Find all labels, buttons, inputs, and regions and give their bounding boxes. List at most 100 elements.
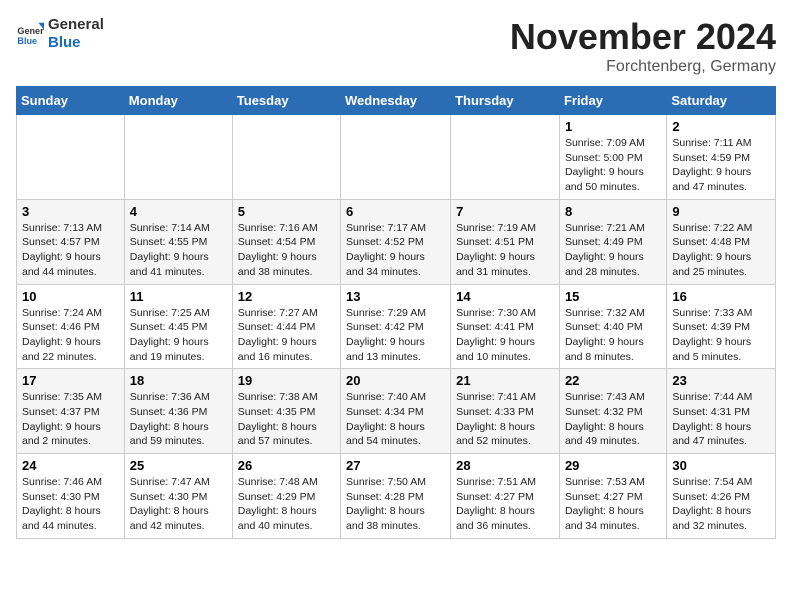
header-wednesday: Wednesday — [341, 87, 451, 115]
header-thursday: Thursday — [451, 87, 560, 115]
day-info: Sunrise: 7:44 AM Sunset: 4:31 PM Dayligh… — [672, 390, 770, 449]
day-info: Sunrise: 7:22 AM Sunset: 4:48 PM Dayligh… — [672, 221, 770, 280]
day-info: Sunrise: 7:51 AM Sunset: 4:27 PM Dayligh… — [456, 475, 554, 534]
day-info: Sunrise: 7:13 AM Sunset: 4:57 PM Dayligh… — [22, 221, 119, 280]
table-cell: 27Sunrise: 7:50 AM Sunset: 4:28 PM Dayli… — [341, 454, 451, 539]
table-cell: 8Sunrise: 7:21 AM Sunset: 4:49 PM Daylig… — [559, 199, 666, 284]
header-tuesday: Tuesday — [232, 87, 340, 115]
day-info: Sunrise: 7:41 AM Sunset: 4:33 PM Dayligh… — [456, 390, 554, 449]
day-info: Sunrise: 7:14 AM Sunset: 4:55 PM Dayligh… — [130, 221, 227, 280]
table-cell: 12 Sunrise: 7:27 AM Sunset: 4:44 PM Dayli… — [232, 284, 340, 369]
day-info: Sunrise: 7:27 AM Sunset: 4:44 PM Dayligh… — [238, 306, 335, 365]
table-cell: 29Sunrise: 7:53 AM Sunset: 4:27 PM Dayli… — [559, 454, 666, 539]
month-title: November 2024 — [510, 16, 776, 58]
table-cell: 1 Sunrise: 7:09 AM Sunset: 5:00 PM Daylig… — [559, 115, 666, 200]
day-info: Sunrise: 7:40 AM Sunset: 4:34 PM Dayligh… — [346, 390, 445, 449]
day-info: Sunrise: 7:32 AM Sunset: 4:40 PM Dayligh… — [565, 306, 661, 365]
day-info: Sunrise: 7:24 AM Sunset: 4:46 PM Dayligh… — [22, 306, 119, 365]
header-friday: Friday — [559, 87, 666, 115]
table-cell — [232, 115, 340, 200]
day-info: Sunrise: 7:25 AM Sunset: 4:45 PM Dayligh… — [130, 306, 227, 365]
header-sunday: Sunday — [17, 87, 125, 115]
table-cell: 3 Sunrise: 7:13 AM Sunset: 4:57 PM Daylig… — [17, 199, 125, 284]
day-number: 30 — [672, 458, 770, 473]
day-number: 16 — [672, 289, 770, 304]
day-info: Sunrise: 7:16 AM Sunset: 4:54 PM Dayligh… — [238, 221, 335, 280]
day-number: 26 — [238, 458, 335, 473]
table-cell — [124, 115, 232, 200]
day-info: Sunrise: 7:48 AM Sunset: 4:29 PM Dayligh… — [238, 475, 335, 534]
day-number: 13 — [346, 289, 445, 304]
logo: General Blue General Blue — [16, 16, 104, 52]
day-info: Sunrise: 7:50 AM Sunset: 4:28 PM Dayligh… — [346, 475, 445, 534]
day-number: 3 — [22, 204, 119, 219]
table-cell: 10 Sunrise: 7:24 AM Sunset: 4:46 PM Dayli… — [17, 284, 125, 369]
day-number: 12 — [238, 289, 335, 304]
table-cell: 6 Sunrise: 7:17 AM Sunset: 4:52 PM Daylig… — [341, 199, 451, 284]
day-number: 9 — [672, 204, 770, 219]
table-cell: 14 Sunrise: 7:30 AM Sunset: 4:41 PM Dayli… — [451, 284, 560, 369]
header-saturday: Saturday — [667, 87, 776, 115]
calendar-table: SundayMondayTuesdayWednesdayThursdayFrid… — [16, 86, 776, 539]
day-number: 2 — [672, 119, 770, 134]
day-number: 19 — [238, 373, 335, 388]
logo-line1: General — [48, 16, 104, 34]
day-number: 28 — [456, 458, 554, 473]
day-info: Sunrise: 7:54 AM Sunset: 4:26 PM Dayligh… — [672, 475, 770, 534]
day-info: Sunrise: 7:30 AM Sunset: 4:41 PM Dayligh… — [456, 306, 554, 365]
day-info: Sunrise: 7:29 AM Sunset: 4:42 PM Dayligh… — [346, 306, 445, 365]
day-number: 14 — [456, 289, 554, 304]
table-cell — [451, 115, 560, 200]
table-cell: 28 Sunrise: 7:51 AM Sunset: 4:27 PM Dayli… — [451, 454, 560, 539]
day-number: 1 — [565, 119, 661, 134]
table-cell: 21Sunrise: 7:41 AM Sunset: 4:33 PM Dayli… — [451, 369, 560, 454]
day-number: 11 — [130, 289, 227, 304]
logo-icon: General Blue — [16, 20, 44, 48]
day-info: Sunrise: 7:43 AM Sunset: 4:32 PM Dayligh… — [565, 390, 661, 449]
day-info: Sunrise: 7:46 AM Sunset: 4:30 PM Dayligh… — [22, 475, 119, 534]
table-cell: 30 Sunrise: 7:54 AM Sunset: 4:26 PM Dayli… — [667, 454, 776, 539]
week-row-3: 10 Sunrise: 7:24 AM Sunset: 4:46 PM Dayli… — [17, 284, 776, 369]
table-cell — [17, 115, 125, 200]
day-number: 8 — [565, 204, 661, 219]
day-number: 7 — [456, 204, 554, 219]
header-monday: Monday — [124, 87, 232, 115]
week-row-2: 3 Sunrise: 7:13 AM Sunset: 4:57 PM Daylig… — [17, 199, 776, 284]
table-cell: 5Sunrise: 7:16 AM Sunset: 4:54 PM Daylig… — [232, 199, 340, 284]
table-cell: 15 Sunrise: 7:32 AM Sunset: 4:40 PM Dayli… — [559, 284, 666, 369]
table-cell: 24Sunrise: 7:46 AM Sunset: 4:30 PM Dayli… — [17, 454, 125, 539]
table-cell — [341, 115, 451, 200]
table-cell: 22Sunrise: 7:43 AM Sunset: 4:32 PM Dayli… — [559, 369, 666, 454]
table-cell: 7Sunrise: 7:19 AM Sunset: 4:51 PM Daylig… — [451, 199, 560, 284]
table-cell: 20Sunrise: 7:40 AM Sunset: 4:34 PM Dayli… — [341, 369, 451, 454]
calendar-header-row: SundayMondayTuesdayWednesdayThursdayFrid… — [17, 87, 776, 115]
day-info: Sunrise: 7:11 AM Sunset: 4:59 PM Dayligh… — [672, 136, 770, 195]
day-number: 17 — [22, 373, 119, 388]
week-row-4: 17 Sunrise: 7:35 AM Sunset: 4:37 PM Dayli… — [17, 369, 776, 454]
week-row-5: 24Sunrise: 7:46 AM Sunset: 4:30 PM Dayli… — [17, 454, 776, 539]
week-row-1: 1 Sunrise: 7:09 AM Sunset: 5:00 PM Daylig… — [17, 115, 776, 200]
table-cell: 23 Sunrise: 7:44 AM Sunset: 4:31 PM Dayli… — [667, 369, 776, 454]
table-cell: 26 Sunrise: 7:48 AM Sunset: 4:29 PM Dayli… — [232, 454, 340, 539]
day-info: Sunrise: 7:17 AM Sunset: 4:52 PM Dayligh… — [346, 221, 445, 280]
page-header: General Blue General Blue November 2024 … — [16, 16, 776, 76]
svg-text:General: General — [17, 26, 44, 36]
day-number: 18 — [130, 373, 227, 388]
table-cell: 4 Sunrise: 7:14 AM Sunset: 4:55 PM Daylig… — [124, 199, 232, 284]
day-info: Sunrise: 7:09 AM Sunset: 5:00 PM Dayligh… — [565, 136, 661, 195]
table-cell: 18Sunrise: 7:36 AM Sunset: 4:36 PM Dayli… — [124, 369, 232, 454]
svg-text:Blue: Blue — [17, 36, 37, 46]
day-number: 23 — [672, 373, 770, 388]
day-number: 6 — [346, 204, 445, 219]
day-info: Sunrise: 7:38 AM Sunset: 4:35 PM Dayligh… — [238, 390, 335, 449]
day-number: 10 — [22, 289, 119, 304]
table-cell: 25Sunrise: 7:47 AM Sunset: 4:30 PM Dayli… — [124, 454, 232, 539]
table-cell: 16 Sunrise: 7:33 AM Sunset: 4:39 PM Dayli… — [667, 284, 776, 369]
day-number: 4 — [130, 204, 227, 219]
table-cell: 9 Sunrise: 7:22 AM Sunset: 4:48 PM Daylig… — [667, 199, 776, 284]
day-info: Sunrise: 7:35 AM Sunset: 4:37 PM Dayligh… — [22, 390, 119, 449]
day-number: 15 — [565, 289, 661, 304]
day-info: Sunrise: 7:33 AM Sunset: 4:39 PM Dayligh… — [672, 306, 770, 365]
table-cell: 17 Sunrise: 7:35 AM Sunset: 4:37 PM Dayli… — [17, 369, 125, 454]
day-info: Sunrise: 7:47 AM Sunset: 4:30 PM Dayligh… — [130, 475, 227, 534]
